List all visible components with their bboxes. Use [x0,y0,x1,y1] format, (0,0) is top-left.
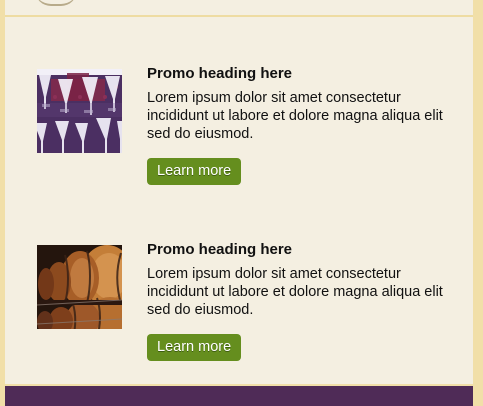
wine-barrels-illustration [37,245,122,329]
promo-heading: Promo heading here [147,65,293,82]
promo-heading: Promo heading here [147,241,293,258]
promo-body-text: Lorem ipsum dolor sit amet consectetur i… [147,266,443,318]
promo-body-text: Lorem ipsum dolor sit amet consectetur i… [147,90,443,142]
wine-glasses-illustration [37,69,122,153]
wine-glasses-image [37,69,122,153]
learn-more-button[interactable]: Learn more [147,334,242,361]
promo-block-2: Promo heading here Lorem ipsum dolor sit… [5,236,473,361]
wine-barrels-image [37,245,122,329]
footer-band [5,386,473,406]
header-strip [5,0,473,16]
learn-more-button[interactable]: Learn more [147,158,242,185]
header-divider [5,15,473,17]
promo-block-1: Promo heading here Lorem ipsum dolor sit… [5,60,473,185]
promo-text-2: Promo heading here Lorem ipsum dolor sit… [147,236,457,361]
email-content-panel: Promo heading here Lorem ipsum dolor sit… [5,0,473,384]
promo-text-1: Promo heading here Lorem ipsum dolor sit… [147,60,457,185]
winery-logo-icon [35,0,77,6]
